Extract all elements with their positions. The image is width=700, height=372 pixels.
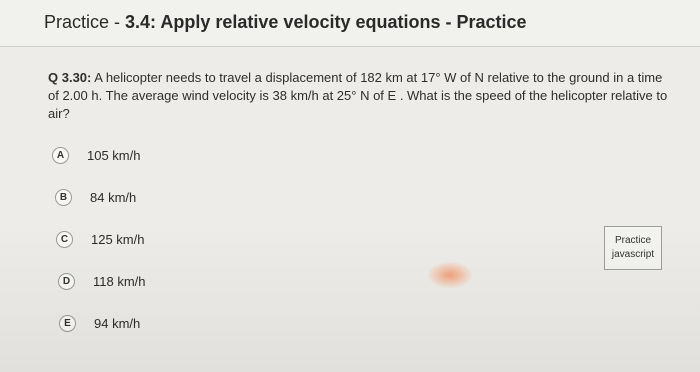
question-line-2: of 2.00 h. The average wind velocity is … xyxy=(48,88,668,103)
question-panel: Q 3.30: A helicopter needs to travel a d… xyxy=(0,47,700,372)
question-line-1-text: A helicopter needs to travel a displacem… xyxy=(91,70,663,85)
option-a[interactable]: A 105 km/h xyxy=(52,144,140,166)
title-prefix: Practice - xyxy=(44,12,126,32)
title-suffix: - Practice xyxy=(440,12,527,32)
option-c-text: 125 km/h xyxy=(91,231,145,247)
option-e-text: 94 km/h xyxy=(94,315,141,331)
option-d[interactable]: D 118 km/h xyxy=(58,270,146,292)
practice-button-line-2: javascript xyxy=(611,249,655,260)
question-number: Q 3.30: xyxy=(48,70,92,85)
option-b-text: 84 km/h xyxy=(90,189,137,205)
question-line-1: Q 3.30: A helicopter needs to travel a d… xyxy=(48,69,700,87)
option-e-letter: E xyxy=(59,314,76,332)
practice-button-line-1: Practice xyxy=(614,235,652,246)
option-a-letter: A xyxy=(52,146,69,164)
question-line-3: air? xyxy=(48,106,70,121)
screen-glare xyxy=(428,262,472,288)
option-d-text: 118 km/h xyxy=(93,273,146,289)
option-e[interactable]: E 94 km/h xyxy=(59,312,140,334)
practice-javascript-button[interactable]: Practice javascript xyxy=(604,226,662,270)
option-d-letter: D xyxy=(58,272,75,290)
option-a-text: 105 km/h xyxy=(87,147,141,163)
header-bar: Practice - 3.4: Apply relative velocity … xyxy=(0,0,700,47)
option-b[interactable]: B 84 km/h xyxy=(55,186,136,208)
question-text: Q 3.30: A helicopter needs to travel a d… xyxy=(48,69,700,123)
title-bold: 3.4: Apply relative velocity equations xyxy=(125,12,441,32)
option-b-letter: B xyxy=(55,188,72,206)
option-c-letter: C xyxy=(56,230,73,248)
page-title: Practice - 3.4: Apply relative velocity … xyxy=(44,12,527,33)
option-c[interactable]: C 125 km/h xyxy=(56,228,144,250)
